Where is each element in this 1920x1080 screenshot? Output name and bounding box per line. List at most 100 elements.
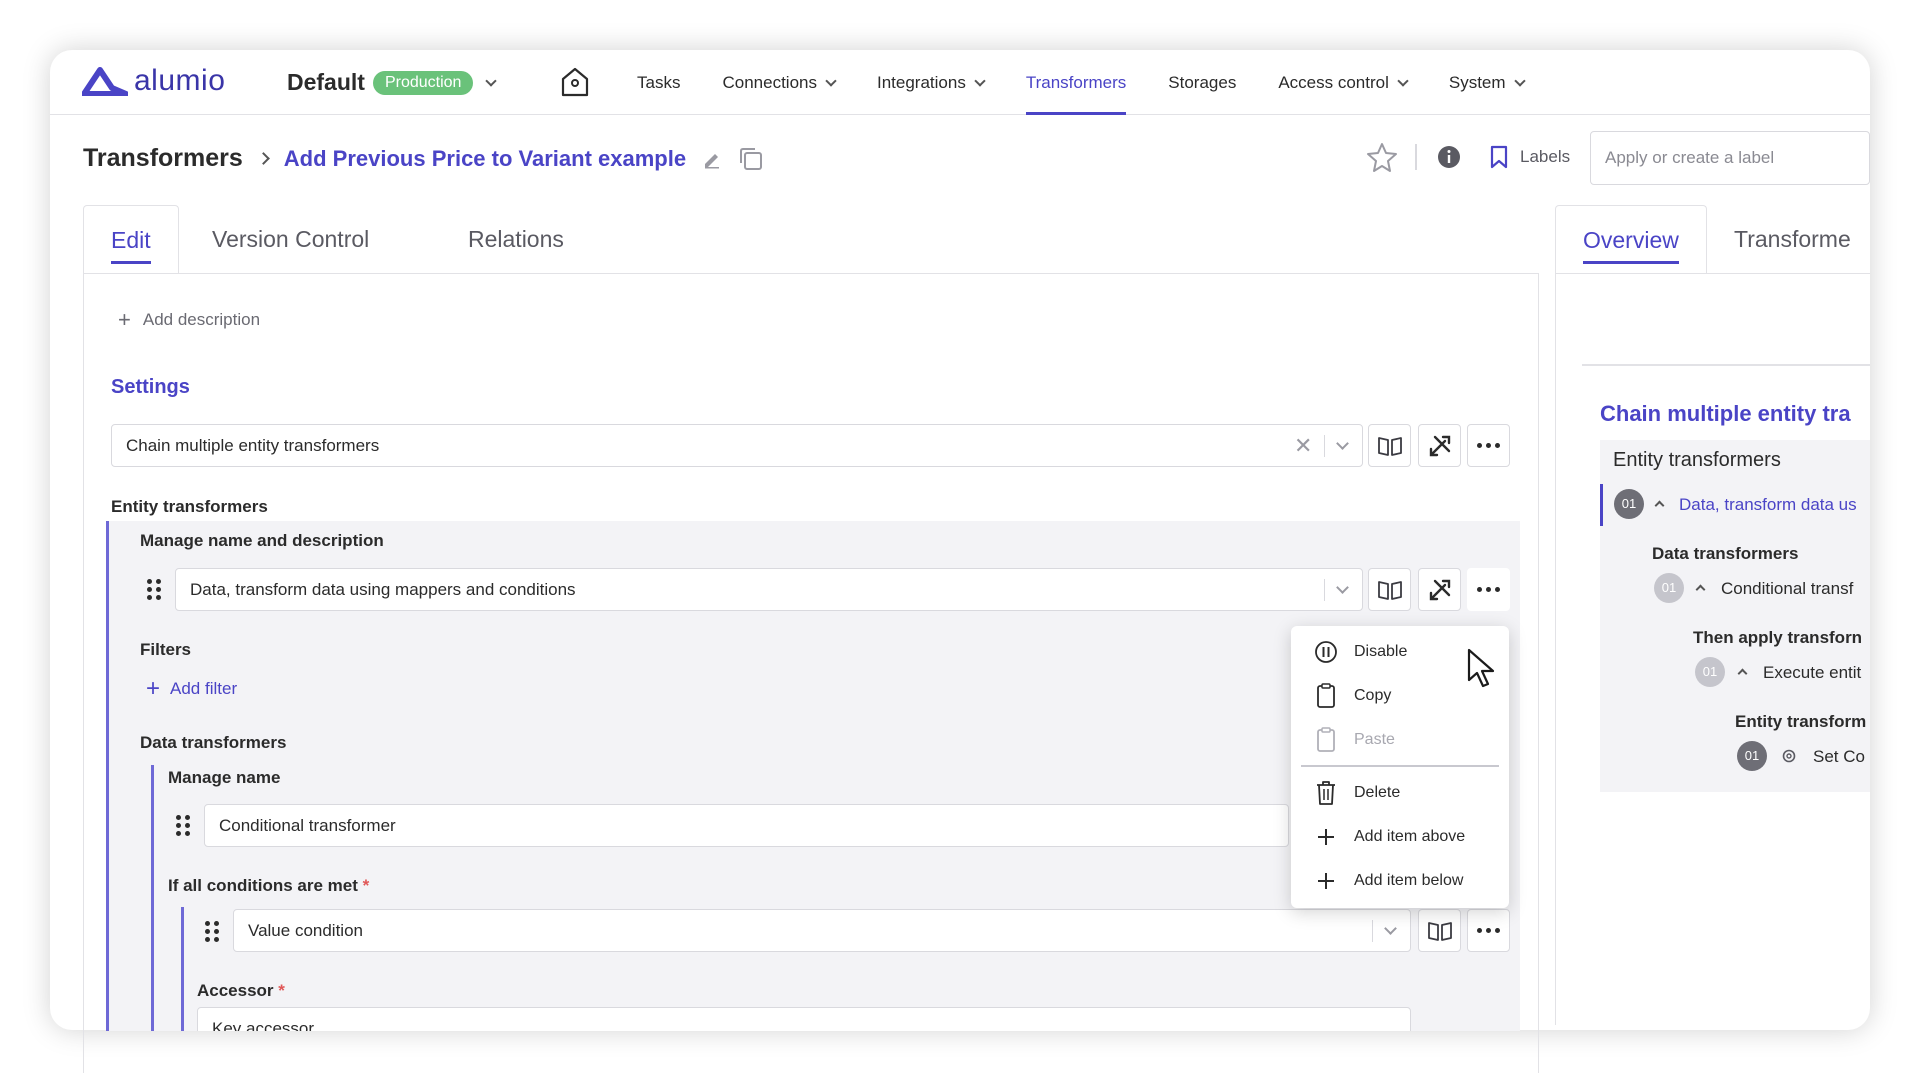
menu-item-delete[interactable]: Delete xyxy=(1291,773,1509,813)
step-number-badge: 01 xyxy=(1695,657,1725,687)
mouse-cursor-icon xyxy=(1466,648,1502,695)
tab-overview[interactable]: Overview xyxy=(1555,205,1707,274)
nav-storages[interactable]: Storages xyxy=(1168,50,1236,115)
nav-tasks[interactable]: Tasks xyxy=(637,50,680,115)
header-divider xyxy=(1415,144,1417,170)
overview-tree xyxy=(1600,440,1870,792)
tools-button[interactable] xyxy=(1418,568,1461,611)
tab-edit[interactable]: Edit xyxy=(83,205,179,274)
select-value: Key accessor xyxy=(212,1019,315,1031)
add-description-button[interactable]: + Add description xyxy=(118,307,260,333)
trash-icon xyxy=(1308,780,1344,806)
accessor-select[interactable]: Key accessor xyxy=(197,1007,1411,1031)
clipboard-icon xyxy=(1308,727,1344,753)
environment-name: Default xyxy=(287,69,365,95)
step-number-badge: 01 xyxy=(1737,741,1767,771)
overview-step-conditional[interactable]: Conditional transf xyxy=(1721,579,1853,599)
page-title: Add Previous Price to Variant example xyxy=(283,145,687,171)
conditions-label: If all conditions are met * xyxy=(168,876,370,895)
select-value: Chain multiple entity transformers xyxy=(126,436,380,455)
overview-then-apply: Then apply transforn xyxy=(1693,628,1863,647)
tab-relations[interactable]: Relations xyxy=(441,205,591,274)
breadcrumb: Transformers Add Previous Price to Varia… xyxy=(83,144,764,173)
select-value: Value condition xyxy=(248,921,363,940)
entity-transformer-select[interactable]: Data, transform data using mappers and c… xyxy=(175,568,1363,611)
step-number-badge: 01 xyxy=(1614,489,1644,519)
drag-handle-icon[interactable] xyxy=(205,921,219,942)
breadcrumb-root[interactable]: Transformers xyxy=(83,144,243,173)
menu-item-add-above[interactable]: Add item above xyxy=(1291,817,1509,857)
tools-button[interactable] xyxy=(1418,424,1461,467)
chevron-down-icon xyxy=(825,74,837,87)
home-icon[interactable] xyxy=(560,66,590,103)
overview-step-execute[interactable]: Execute entit xyxy=(1763,663,1861,683)
tab-transformer[interactable]: Transforme xyxy=(1707,205,1870,274)
drag-handle-icon[interactable] xyxy=(147,579,161,600)
alumio-logo[interactable]: alumio xyxy=(82,64,225,98)
open-book-icon xyxy=(1427,921,1452,941)
step-number-badge: 01 xyxy=(1654,573,1684,603)
info-icon[interactable] xyxy=(1437,145,1461,174)
nav-integrations[interactable]: Integrations xyxy=(877,50,986,115)
entity-transformers-label: Entity transformers xyxy=(111,497,268,516)
select-value: Data, transform data using mappers and c… xyxy=(190,580,576,599)
edit-tabs: Edit Version Control Relations xyxy=(83,205,1539,274)
menu-item-paste[interactable]: Paste xyxy=(1291,720,1509,760)
add-filter-button[interactable]: + Add filter xyxy=(146,675,237,703)
menu-divider xyxy=(1301,765,1499,767)
more-options-button[interactable] xyxy=(1467,909,1510,952)
chevron-down-icon[interactable] xyxy=(1384,922,1397,935)
plus-icon: + xyxy=(118,307,131,332)
more-options-button[interactable] xyxy=(1467,424,1510,467)
transformer-type-select[interactable]: Chain multiple entity transformers ✕ xyxy=(111,424,1363,467)
labels-button[interactable]: Labels xyxy=(1490,145,1570,169)
favorite-star-icon[interactable] xyxy=(1366,141,1398,178)
label-input[interactable]: Apply or create a label xyxy=(1590,131,1870,185)
menu-item-add-below[interactable]: Add item below xyxy=(1291,861,1509,901)
chevron-down-icon xyxy=(974,74,986,87)
environment-badge: Production xyxy=(372,70,474,95)
clipboard-icon xyxy=(1308,683,1344,709)
environment-switcher[interactable]: Default Production xyxy=(287,69,498,96)
chevron-down-icon xyxy=(1513,74,1526,87)
docs-button[interactable] xyxy=(1368,568,1411,611)
plus-icon xyxy=(1308,827,1344,847)
open-book-icon xyxy=(1377,580,1402,600)
nav-transformers[interactable]: Transformers xyxy=(1025,50,1127,115)
overview-pane: Overview Transforme Chain multiple entit… xyxy=(1555,205,1870,1025)
logo-icon xyxy=(82,67,128,96)
chevron-right-icon xyxy=(256,152,270,165)
clear-icon[interactable]: ✕ xyxy=(1294,425,1312,466)
overview-step-data-transform[interactable]: Data, transform data us xyxy=(1679,495,1857,515)
overview-divider xyxy=(1582,364,1870,366)
overview-entity-transform: Entity transform xyxy=(1735,712,1867,731)
edit-icon[interactable] xyxy=(702,149,722,169)
chevron-down-icon[interactable] xyxy=(1336,581,1349,594)
accessor-label: Accessor * xyxy=(197,981,285,1000)
overview-title: Chain multiple entity tra xyxy=(1600,401,1851,426)
more-options-button[interactable] xyxy=(1467,568,1510,611)
tab-version-control[interactable]: Version Control xyxy=(185,205,396,274)
nav-system[interactable]: System xyxy=(1449,50,1526,115)
duplicate-icon[interactable] xyxy=(738,146,764,172)
manage-name-description-label: Manage name and description xyxy=(140,531,384,550)
tools-icon xyxy=(1429,435,1450,456)
select-value: Conditional transformer xyxy=(219,816,396,835)
drag-handle-icon[interactable] xyxy=(176,815,190,836)
conditional-transformer-select[interactable]: Conditional transformer xyxy=(204,804,1289,847)
accessor-row-clip: Key accessor xyxy=(197,1005,1497,1031)
plus-icon xyxy=(1308,871,1344,891)
nav-connections[interactable]: Connections xyxy=(722,50,837,115)
overview-step-set[interactable]: Set Co xyxy=(1813,747,1865,767)
nav-access-control[interactable]: Access control xyxy=(1278,50,1409,115)
chevron-down-icon xyxy=(485,74,498,87)
tools-icon xyxy=(1429,579,1450,600)
top-navigation: alumio Default Production Tasks Connecti… xyxy=(50,50,1870,115)
more-icon xyxy=(1477,443,1500,448)
open-book-icon xyxy=(1377,436,1402,456)
docs-button[interactable] xyxy=(1368,424,1411,467)
chevron-down-icon[interactable] xyxy=(1336,437,1349,450)
value-condition-select[interactable]: Value condition xyxy=(233,909,1411,952)
overview-entity-transformers: Entity transformers xyxy=(1613,449,1781,471)
docs-button[interactable] xyxy=(1418,909,1461,952)
